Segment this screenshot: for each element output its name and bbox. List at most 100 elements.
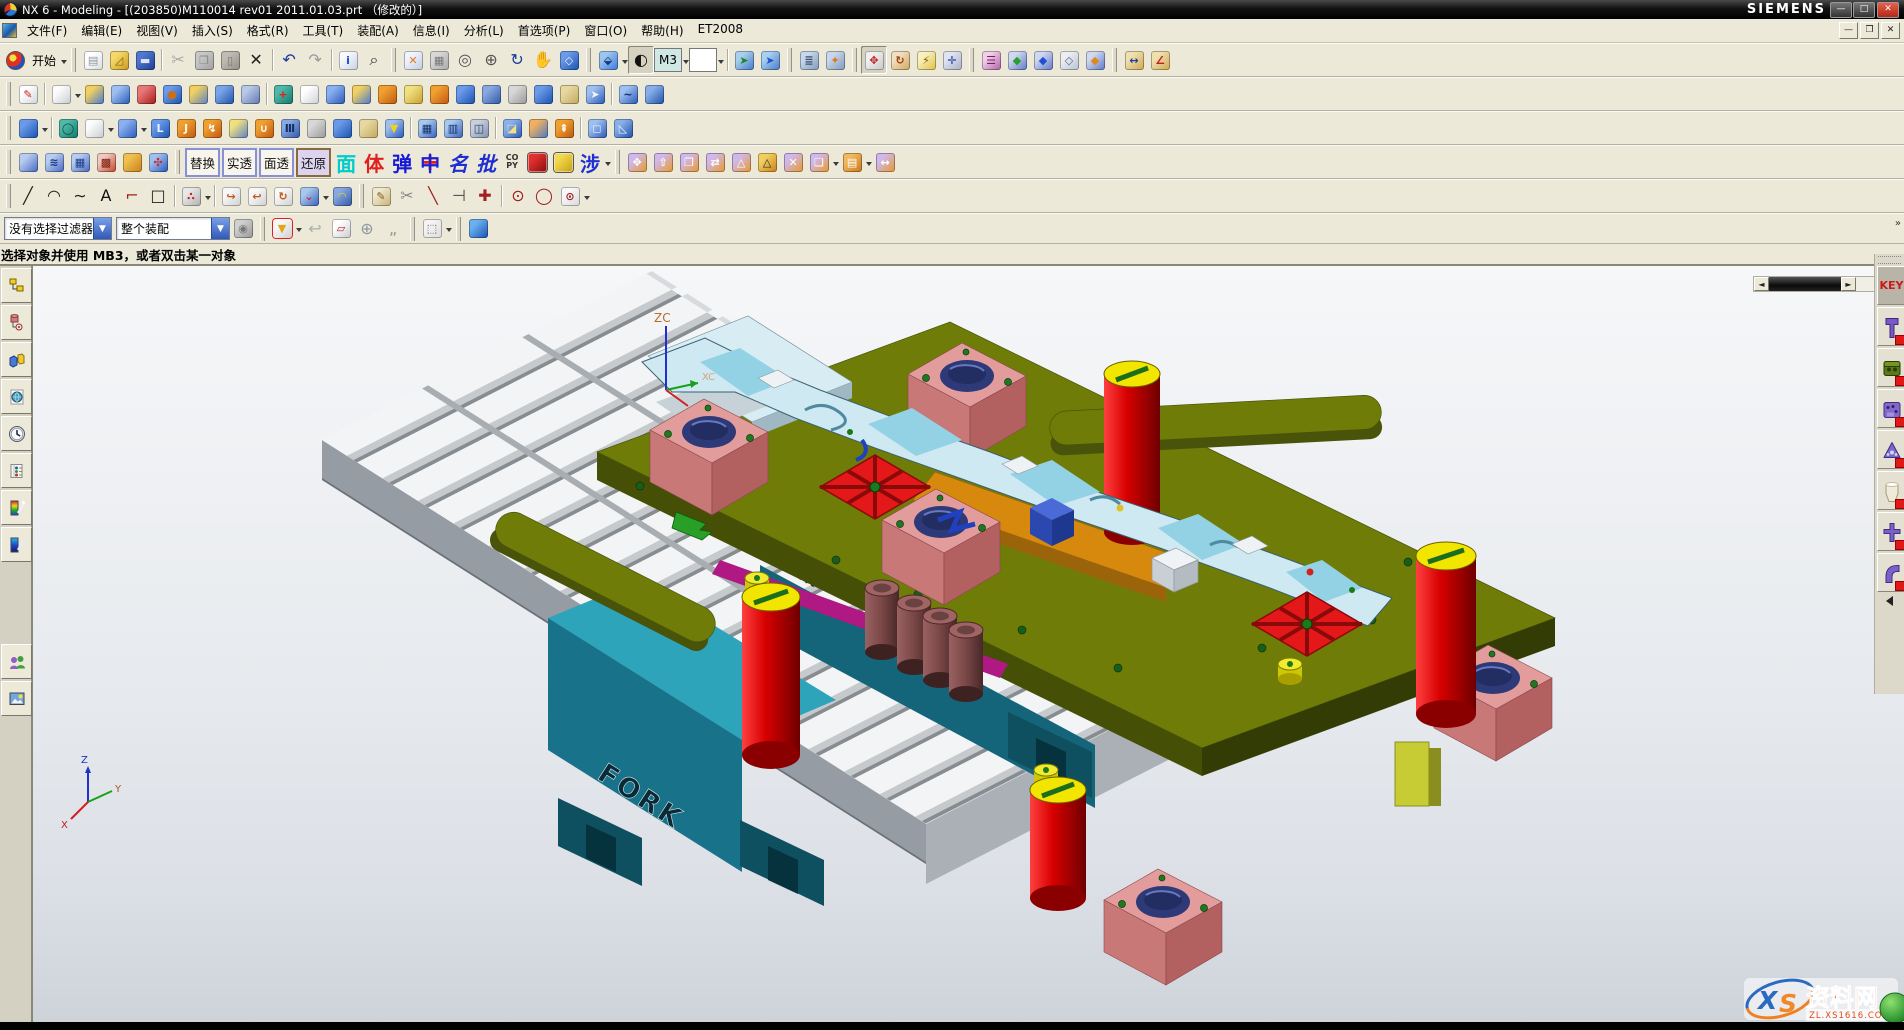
layer-category-button[interactable]: ✦: [822, 46, 848, 74]
menu-item-3[interactable]: 视图(V): [129, 20, 185, 41]
hide-button[interactable]: ◇: [1056, 46, 1082, 74]
shaded-style-button[interactable]: ◐: [628, 46, 654, 74]
toolbar-grip[interactable]: [456, 217, 461, 241]
rotate-view-button[interactable]: ↻: [504, 46, 530, 74]
divide-curve-button[interactable]: ╲: [420, 182, 446, 210]
show-button[interactable]: ◆: [1082, 46, 1108, 74]
curve-length-button[interactable]: ⊣: [446, 182, 472, 210]
layer-settings-button[interactable]: ≣: [796, 46, 822, 74]
history-tab[interactable]: [1, 416, 32, 451]
toolbar-grip[interactable]: [175, 150, 180, 174]
component-axis-button[interactable]: ↔: [872, 148, 898, 176]
j-hook-button[interactable]: J: [173, 114, 199, 142]
datum-csys-button[interactable]: ◯: [55, 114, 81, 142]
part-elbow-thumb[interactable]: [1877, 553, 1904, 592]
nsided-surface-button[interactable]: ✣: [145, 148, 171, 176]
pillars-button[interactable]: Ⅲ: [277, 114, 303, 142]
search-binoculars-button[interactable]: ⌕: [361, 46, 387, 74]
spring-tool-button[interactable]: 弹: [388, 148, 416, 177]
copy-tool-button[interactable]: COPY: [500, 154, 524, 170]
chevron-down-icon[interactable]: [584, 196, 590, 203]
block-button[interactable]: [348, 80, 374, 108]
chevron-down-icon[interactable]: [205, 196, 211, 203]
part-punch-thumb[interactable]: [1877, 307, 1904, 346]
yellow-solid-box-button[interactable]: [550, 148, 576, 176]
menu-item-12[interactable]: 帮助(H): [634, 20, 690, 41]
open-component-button[interactable]: ❐: [676, 148, 702, 176]
sketch-button[interactable]: ✎: [15, 80, 41, 108]
close-button[interactable]: ✕: [1877, 2, 1899, 18]
pocket-button[interactable]: [211, 80, 237, 108]
toolbar-grip[interactable]: [586, 48, 591, 72]
batch-tool-button[interactable]: 批: [472, 148, 500, 177]
constraint-button[interactable]: △: [728, 148, 754, 176]
red-solid-box-button[interactable]: [524, 148, 550, 176]
hole-button[interactable]: ●: [159, 80, 185, 108]
offset-face-button[interactable]: ⇞: [551, 114, 577, 142]
immediate-hide-button[interactable]: ◆: [1030, 46, 1056, 74]
mdi-minimize-button[interactable]: —: [1839, 22, 1858, 39]
information-button[interactable]: i: [335, 46, 361, 74]
menu-item-9[interactable]: 分析(L): [457, 20, 511, 41]
tan-page-button[interactable]: [355, 114, 381, 142]
measure-angle-button[interactable]: ∠: [1147, 46, 1173, 74]
part-tri-plate-thumb[interactable]: [1877, 430, 1904, 469]
boss-button[interactable]: [185, 80, 211, 108]
datum-plane-button[interactable]: [48, 80, 74, 108]
menu-item-10[interactable]: 首选项(P): [511, 20, 578, 41]
toolbar-grip[interactable]: [6, 184, 11, 208]
selection-filter-combo[interactable]: 没有选择过滤器 ▼: [4, 217, 112, 240]
paste-button[interactable]: ▯: [217, 46, 243, 74]
toolbar-grip[interactable]: [391, 48, 396, 72]
plane-cube-button[interactable]: [225, 114, 251, 142]
cube2-button[interactable]: [452, 80, 478, 108]
snap-chain-button[interactable]: „: [380, 215, 406, 243]
spline-button[interactable]: ∼: [67, 182, 93, 210]
shell-button[interactable]: ◻: [584, 114, 610, 142]
general-selection-button[interactable]: ⊕: [354, 215, 380, 243]
replace-button[interactable]: 替换: [185, 148, 220, 177]
text-curve-button[interactable]: A: [93, 182, 119, 210]
minimize-button[interactable]: —: [1830, 2, 1852, 18]
toolbar-grip[interactable]: [359, 184, 364, 208]
solid-cube-button[interactable]: [465, 215, 491, 243]
ruled-surface-button[interactable]: [15, 148, 41, 176]
wcs-rotate-button[interactable]: ↻: [887, 46, 913, 74]
open-file-button[interactable]: ◿: [106, 46, 132, 74]
circle2-button[interactable]: ◯: [531, 182, 557, 210]
pattern-component-button[interactable]: ▤: [839, 148, 865, 176]
toolbar-grip[interactable]: [71, 48, 76, 72]
copy-button[interactable]: ❐: [191, 46, 217, 74]
l-bracket-button[interactable]: L: [147, 114, 173, 142]
pad-button[interactable]: [237, 80, 263, 108]
save-file-button[interactable]: ▬: [132, 46, 158, 74]
part-cup-thumb[interactable]: [1877, 471, 1904, 510]
delete-button[interactable]: ✕: [243, 46, 269, 74]
snap-point-button[interactable]: ✛: [939, 46, 965, 74]
toolbar-grip[interactable]: [6, 82, 11, 106]
part-retainer-thumb[interactable]: [1877, 389, 1904, 428]
pan-view-button[interactable]: ✋: [530, 46, 556, 74]
point-button[interactable]: +: [270, 80, 296, 108]
back-selection-button[interactable]: ↩: [302, 215, 328, 243]
mdi-restore-button[interactable]: ❐: [1860, 22, 1879, 39]
edit-section-button[interactable]: ➤: [757, 46, 783, 74]
menu-item-8[interactable]: 信息(I): [406, 20, 457, 41]
wcs-dynamics-button[interactable]: ✥: [861, 46, 887, 74]
edit-object-display-button[interactable]: ☰: [978, 46, 1004, 74]
perspective-button[interactable]: ◇: [556, 46, 582, 74]
part-die-block-thumb[interactable]: [1877, 348, 1904, 387]
maximize-button[interactable]: □: [1853, 2, 1875, 18]
toolbar-grip[interactable]: [787, 48, 792, 72]
sketch-plane-button[interactable]: [81, 114, 107, 142]
funnel-button[interactable]: ▼: [381, 114, 407, 142]
toolbar-grip[interactable]: [852, 48, 857, 72]
offset-curve-button[interactable]: ↪: [218, 182, 244, 210]
revolve-button[interactable]: [107, 80, 133, 108]
cylinder-button[interactable]: [641, 80, 667, 108]
window-layout-button[interactable]: ▦: [426, 46, 452, 74]
scroll-left-icon[interactable]: ◄: [1754, 277, 1769, 291]
graphics-viewport[interactable]: FORK FORK: [33, 266, 1904, 1022]
restore-button[interactable]: 还原: [296, 148, 331, 177]
interpart-gears-button[interactable]: ◉: [230, 215, 256, 243]
